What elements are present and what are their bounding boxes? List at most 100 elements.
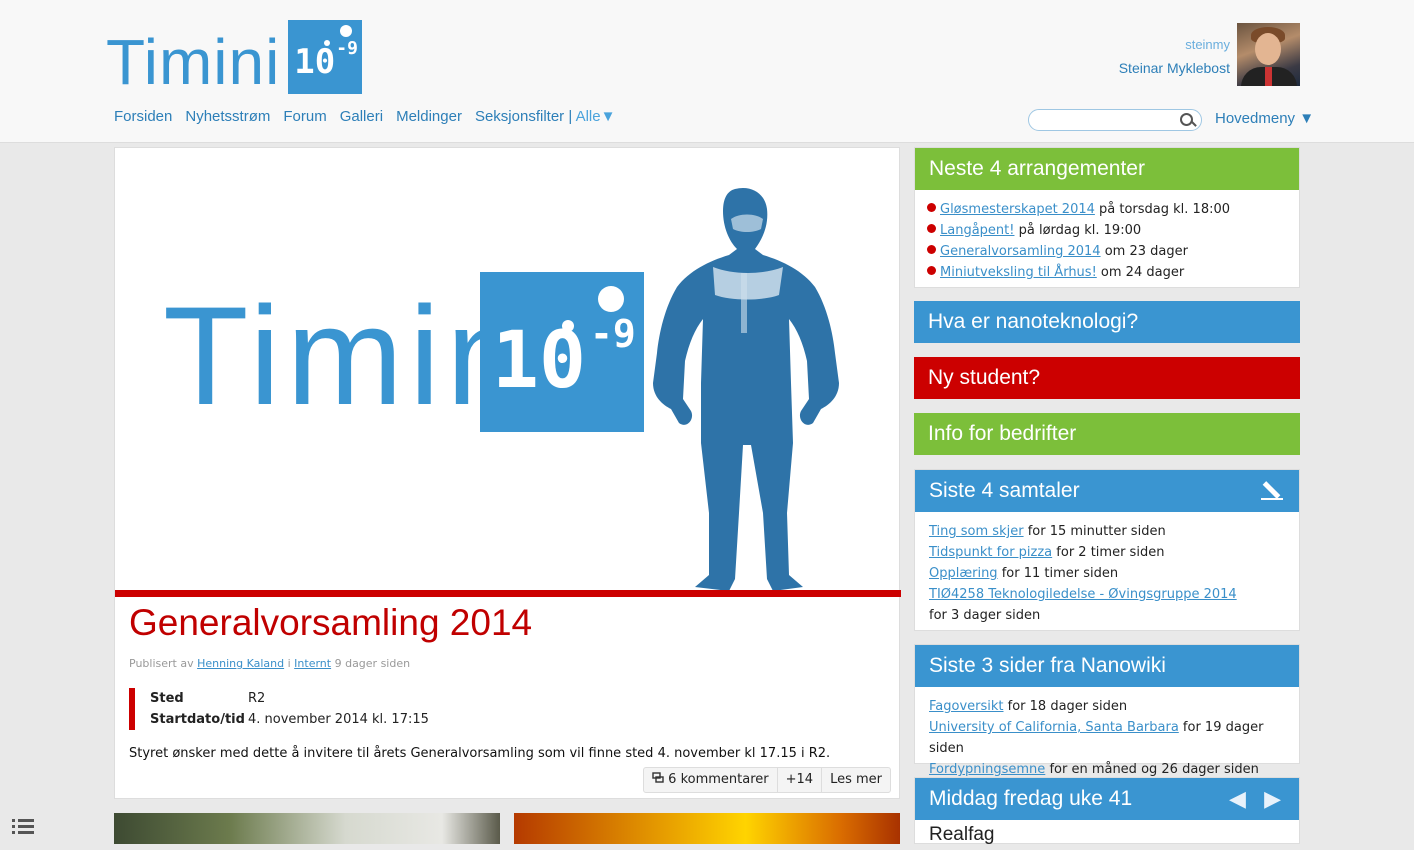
event-when: om 24 dager <box>1100 265 1185 280</box>
talks-title[interactable]: Siste 4 samtaler <box>929 479 1080 502</box>
plus-button[interactable]: +14 <box>776 768 821 792</box>
event-link[interactable]: Generalvorsamling 2014 <box>940 244 1101 259</box>
logo-number: 10 <box>294 42 336 82</box>
events-box: Neste 4 arrangementer Gløsmesterskapet 2… <box>914 147 1300 288</box>
new-student-link[interactable]: Ny student? <box>914 357 1300 399</box>
meta-ago: 9 dager siden <box>334 657 411 670</box>
main-menu-button[interactable]: Hovedmeny ▼ <box>1215 110 1314 127</box>
event-info-table: Sted R2 Startdato/tid 4. november 2014 kl.… <box>150 688 429 730</box>
logo-wordmark: Timini <box>106 26 281 98</box>
search-icon[interactable] <box>1180 113 1193 126</box>
logo-badge: 10 -9 <box>288 20 363 94</box>
dinner-first-item: Realfag <box>929 824 995 845</box>
event-bullet-icon <box>927 266 936 275</box>
hero-atom-icon <box>598 286 624 312</box>
event-bullet-icon <box>927 245 936 254</box>
wiki-link[interactable]: University of California, Santa Barbara <box>929 720 1179 735</box>
article-meta: Publisert av Henning Kaland i Internt 9 … <box>129 657 410 670</box>
talk-when: for 3 dager siden <box>929 608 1041 623</box>
dinner-title: Middag fredag uke 41 <box>929 787 1133 810</box>
search-input[interactable] <box>1039 110 1183 130</box>
article-thumbnail-1[interactable] <box>114 813 500 844</box>
avatar-face <box>1255 33 1281 65</box>
user-full-name[interactable]: Steinar Myklebost <box>1119 60 1230 76</box>
nano-box: Hva er nanoteknologi? <box>914 301 1300 343</box>
list-item: Generalvorsamling 2014 om 23 dager <box>927 241 1285 262</box>
info-value: R2 <box>248 691 266 706</box>
article-title[interactable]: Generalvorsamling 2014 <box>129 602 532 644</box>
talk-link[interactable]: TIØ4258 Teknologiledelse - Øvingsgruppe … <box>929 587 1237 602</box>
talk-when: for 11 timer siden <box>1001 566 1119 581</box>
dinner-nav-arrows-icon[interactable]: ◀ ▶ <box>1229 778 1287 820</box>
talk-link[interactable]: Ting som skjer <box>929 524 1024 539</box>
nav-meldinger[interactable]: Meldinger <box>396 108 462 125</box>
nav-galleri[interactable]: Galleri <box>340 108 383 125</box>
event-link[interactable]: Langåpent! <box>940 223 1014 238</box>
list-item: Ting som skjer for 15 minutter siden <box>929 521 1285 542</box>
info-value: 4. november 2014 kl. 17:15 <box>248 712 429 727</box>
event-info-row: Sted R2 <box>150 688 429 709</box>
event-when: på torsdag kl. 18:00 <box>1099 202 1231 217</box>
nav-forsiden[interactable]: Forsiden <box>114 108 172 125</box>
companies-box: Info for bedrifter <box>914 413 1300 455</box>
section-filter-value[interactable]: Alle <box>576 108 601 125</box>
article-hero-image[interactable]: Timini 10 -9 <box>115 148 899 590</box>
avatar[interactable] <box>1237 23 1300 86</box>
event-info-row: Startdato/tid 4. november 2014 kl. 17:15 <box>150 709 429 730</box>
talk-when: for 15 minutter siden <box>1027 524 1166 539</box>
meta-author-link[interactable]: Henning Kaland <box>197 657 284 670</box>
wiki-title[interactable]: Siste 3 sider fra Nanowiki <box>915 645 1299 687</box>
dinner-box: Middag fredag uke 41 ◀ ▶ Realfag <box>914 777 1300 845</box>
companies-link[interactable]: Info for bedrifter <box>914 413 1300 455</box>
info-key: Startdato/tid <box>150 712 245 727</box>
dinner-header: Middag fredag uke 41 ◀ ▶ <box>915 778 1299 820</box>
hero-number: 10 <box>492 316 586 406</box>
article-actions: 6 kommentarer +14 Les mer <box>643 767 891 793</box>
logo-atom-icon <box>340 25 353 37</box>
list-item: TIØ4258 Teknologiledelse - Øvingsgruppe … <box>929 584 1285 626</box>
wiki-when: for 18 dager siden <box>1007 699 1128 714</box>
list-item: Gløsmesterskapet 2014 på torsdag kl. 18:… <box>927 199 1285 220</box>
avatar-tie <box>1265 67 1272 86</box>
events-list: Gløsmesterskapet 2014 på torsdag kl. 18:… <box>915 190 1299 289</box>
featured-article: Timini 10 -9 Generalvorsamling 2014 Publ… <box>114 147 901 799</box>
site-header: Timini 10 -9 Forsiden Nyhetsstrøm Forum … <box>0 0 1414 143</box>
event-link[interactable]: Gløsmesterskapet 2014 <box>940 202 1095 217</box>
event-bullet-icon <box>927 203 936 212</box>
wiki-link[interactable]: Fagoversikt <box>929 699 1004 714</box>
list-menu-icon[interactable] <box>12 816 34 838</box>
wiki-link[interactable]: Fordypningsemne <box>929 762 1045 777</box>
nav-seksjonsfilter[interactable]: Seksjonsfilter | Alle▼ <box>475 108 615 125</box>
nano-link[interactable]: Hva er nanoteknologi? <box>914 301 1300 343</box>
meta-category-link[interactable]: Internt <box>294 657 331 670</box>
wiki-when: for en måned og 26 dager siden <box>1049 762 1259 777</box>
list-item: Tidspunkt for pizza for 2 timer siden <box>929 542 1285 563</box>
search-box <box>1028 109 1202 131</box>
talks-list: Ting som skjer for 15 minutter siden Tid… <box>915 512 1299 632</box>
talk-link[interactable]: Tidspunkt for pizza <box>929 545 1052 560</box>
comments-button[interactable]: 6 kommentarer <box>644 768 776 792</box>
nav-forum[interactable]: Forum <box>283 108 326 125</box>
talks-header: Siste 4 samtaler <box>915 470 1299 512</box>
talk-link[interactable]: Opplæring <box>929 566 998 581</box>
nav-nyhetsstrom[interactable]: Nyhetsstrøm <box>185 108 270 125</box>
list-item: University of California, Santa Barbara … <box>929 717 1285 759</box>
new-post-pen-icon[interactable] <box>1261 480 1283 502</box>
hero-badge: 10 -9 <box>480 272 644 432</box>
list-item: Fagoversikt for 18 dager siden <box>929 696 1285 717</box>
username[interactable]: steinmy <box>1119 37 1230 52</box>
nav-seksjonsfilter-label: Seksjonsfilter | <box>474 108 573 125</box>
article-thumbnail-2[interactable] <box>514 813 900 844</box>
read-more-button[interactable]: Les mer <box>821 768 890 792</box>
list-item: Opplæring for 11 timer siden <box>929 563 1285 584</box>
article-title-bar <box>115 590 901 597</box>
user-panel[interactable]: steinmy Steinar Myklebost <box>1119 23 1300 86</box>
main-nav: Forsiden Nyhetsstrøm Forum Galleri Meldi… <box>114 108 615 125</box>
events-title[interactable]: Neste 4 arrangementer <box>915 148 1299 190</box>
comments-icon <box>652 772 664 783</box>
talk-when: for 2 timer siden <box>1056 545 1165 560</box>
event-link[interactable]: Miniutveksling til Århus! <box>940 265 1097 280</box>
filter-dropdown-icon[interactable]: ▼ <box>601 108 616 125</box>
site-logo[interactable]: Timini 10 -9 <box>106 18 363 98</box>
hero-exponent: -9 <box>590 312 636 356</box>
